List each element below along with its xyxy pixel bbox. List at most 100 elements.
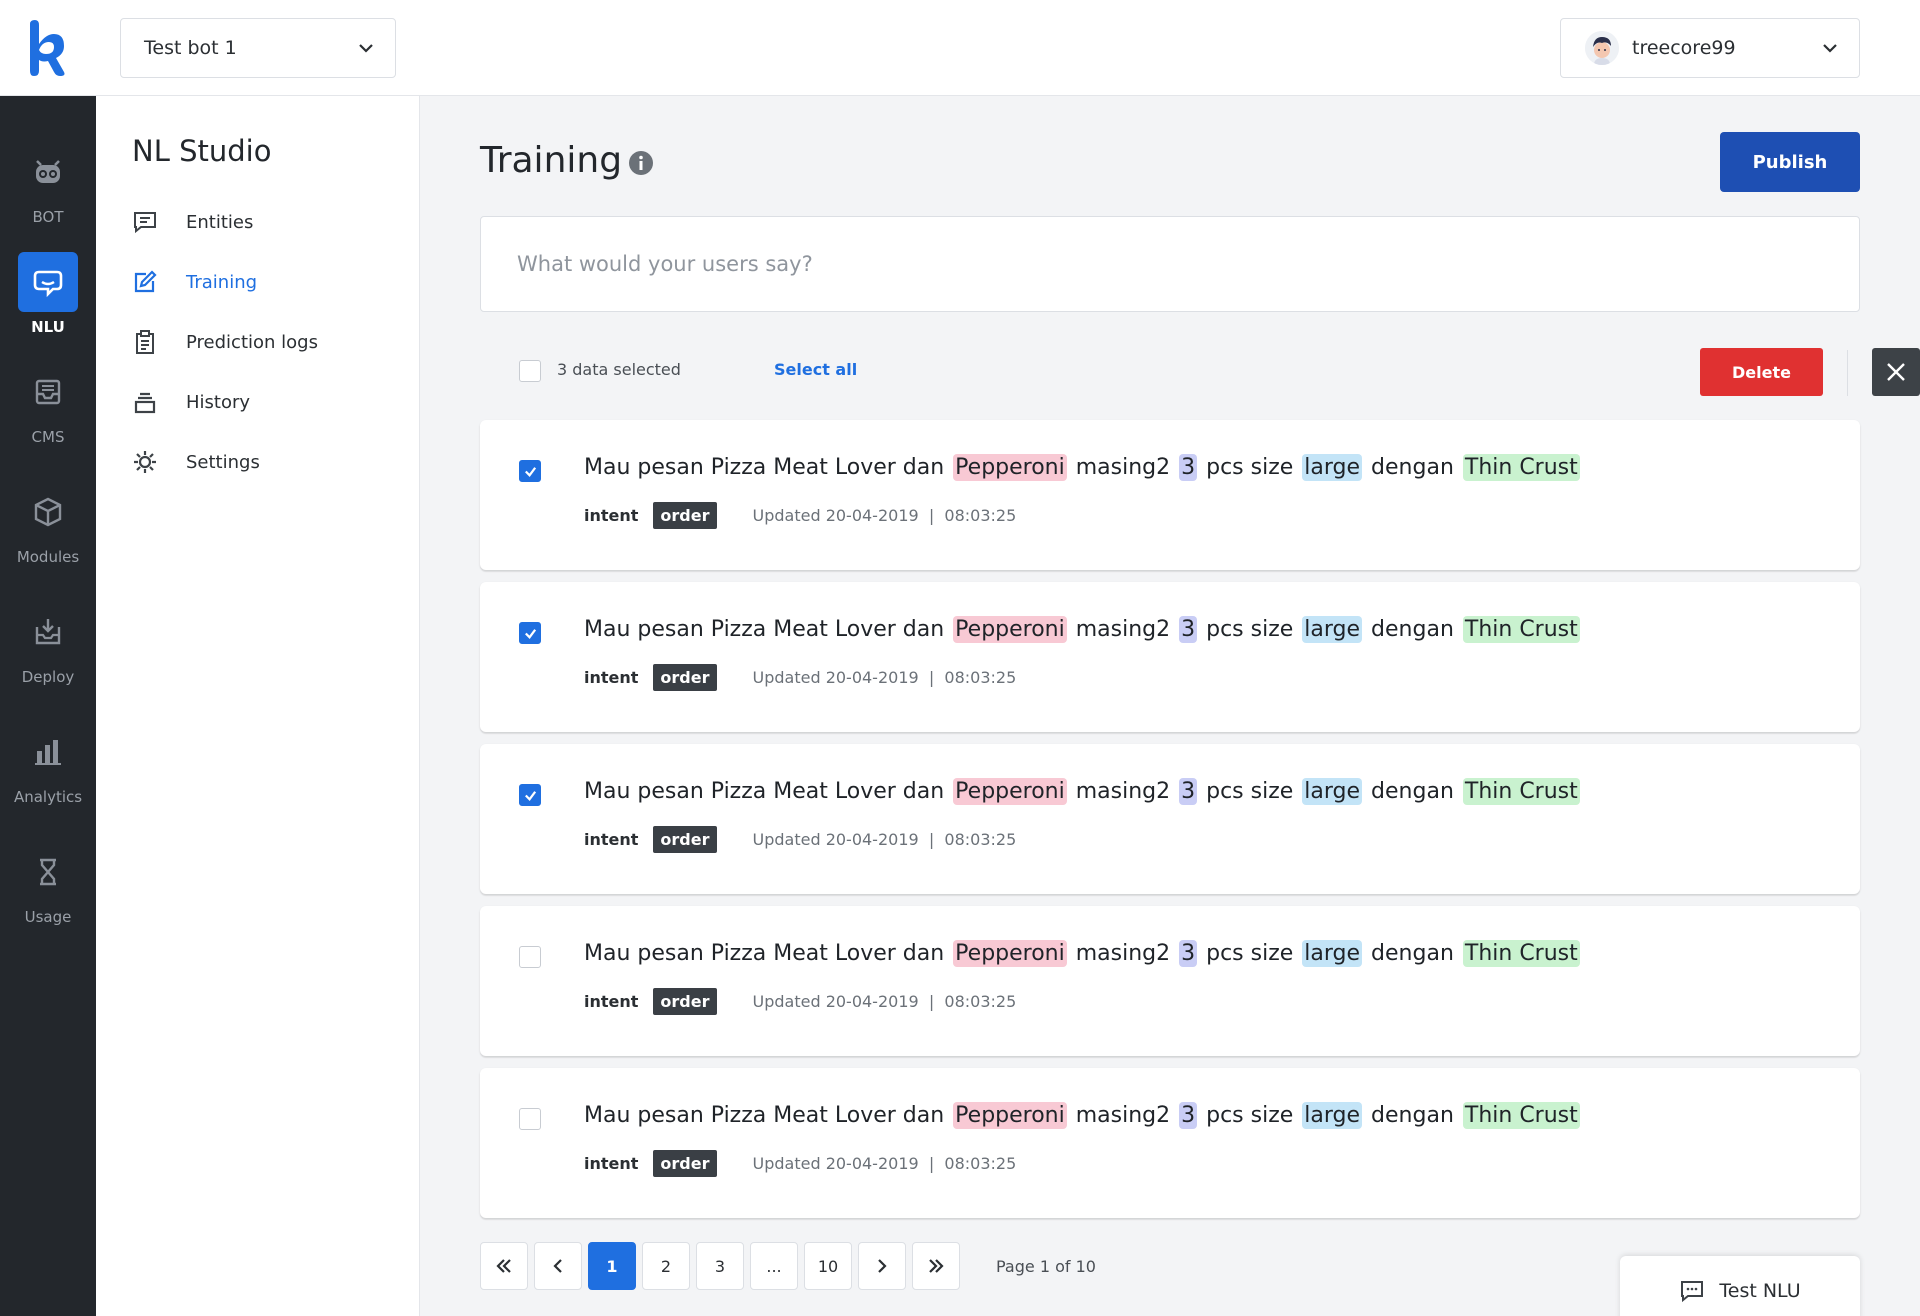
row-checkbox[interactable]	[519, 622, 541, 644]
entity-highlight[interactable]: Pepperoni	[953, 454, 1067, 481]
publish-button[interactable]: Publish	[1720, 132, 1860, 192]
utterance-text[interactable]: Mau pesan Pizza Meat Lover dan Pepperoni…	[582, 1102, 1580, 1129]
rail-item-label: NLU	[31, 318, 65, 336]
subnav-item-entities[interactable]: Entities	[132, 202, 253, 242]
prev-page-button[interactable]	[534, 1242, 582, 1290]
rail-item-usage[interactable]: Usage	[0, 842, 96, 942]
close-selection-button[interactable]	[1872, 348, 1920, 396]
page-button-2[interactable]: 2	[642, 1242, 690, 1290]
user-menu[interactable]: treecore99	[1560, 18, 1860, 78]
entity-highlight[interactable]: 3	[1179, 616, 1198, 643]
info-icon[interactable]	[628, 150, 654, 176]
checkmark-icon	[524, 466, 536, 477]
row-checkbox[interactable]	[519, 946, 541, 968]
utterance-text[interactable]: Mau pesan Pizza Meat Lover dan Pepperoni…	[582, 454, 1580, 481]
entity-highlight[interactable]: large	[1302, 616, 1363, 643]
entity-highlight[interactable]: 3	[1179, 940, 1198, 967]
entity-highlight[interactable]: large	[1302, 1102, 1363, 1129]
subnav-item-label: Entities	[186, 211, 254, 233]
intent-badge[interactable]: order	[653, 502, 717, 529]
entity-highlight[interactable]: Thin Crust	[1462, 454, 1580, 481]
entity-highlight[interactable]: 3	[1179, 454, 1198, 481]
updated-timestamp: Updated 20-04-2019 | 08:03:25	[752, 992, 1017, 1011]
entity-highlight[interactable]: Pepperoni	[953, 778, 1067, 805]
rail-item-label: Usage	[24, 908, 72, 926]
kata-logo-icon[interactable]	[26, 20, 70, 76]
rail-item-modules[interactable]: Modules	[0, 482, 96, 582]
entity-highlight[interactable]: Thin Crust	[1462, 778, 1580, 805]
training-row[interactable]: Mau pesan Pizza Meat Lover dan Pepperoni…	[480, 1068, 1860, 1218]
row-checkbox[interactable]	[519, 460, 541, 482]
primary-nav-rail: BOT NLU CMS Modules Deploy Analytics Usa…	[0, 96, 96, 1316]
utterance-segment: pcs size	[1199, 455, 1301, 480]
utterance-text[interactable]: Mau pesan Pizza Meat Lover dan Pepperoni…	[582, 778, 1580, 805]
utterance-text[interactable]: Mau pesan Pizza Meat Lover dan Pepperoni…	[582, 940, 1580, 967]
intent-badge[interactable]: order	[653, 1150, 717, 1177]
row-checkbox[interactable]	[519, 784, 541, 806]
updated-timestamp: Updated 20-04-2019 | 08:03:25	[752, 668, 1017, 687]
entity-highlight[interactable]: Pepperoni	[953, 1102, 1067, 1129]
training-row[interactable]: Mau pesan Pizza Meat Lover dan Pepperoni…	[480, 744, 1860, 894]
last-page-button[interactable]	[912, 1242, 960, 1290]
delete-button[interactable]: Delete	[1700, 348, 1823, 396]
first-page-button[interactable]	[480, 1242, 528, 1290]
subnav-item-label: Prediction logs	[186, 331, 318, 353]
utterance-segment: masing2	[1068, 779, 1178, 804]
chevron-left-icon	[553, 1259, 562, 1273]
rail-item-nlu[interactable]: NLU	[0, 252, 96, 352]
rail-item-analytics[interactable]: Analytics	[0, 722, 96, 822]
utterance-segment: pcs size	[1199, 617, 1301, 642]
page-button-10[interactable]: 10	[804, 1242, 852, 1290]
page-button-1[interactable]: 1	[588, 1242, 636, 1290]
test-nlu-button[interactable]: Test NLU	[1620, 1256, 1860, 1316]
training-row[interactable]: Mau pesan Pizza Meat Lover dan Pepperoni…	[480, 420, 1860, 570]
selection-toolbar: 3 data selected Select all Delete	[480, 346, 1920, 396]
entity-highlight[interactable]: 3	[1179, 778, 1198, 805]
entity-highlight[interactable]: Pepperoni	[953, 616, 1067, 643]
chevrons-left-icon	[496, 1259, 511, 1273]
entity-highlight[interactable]: Thin Crust	[1462, 1102, 1580, 1129]
select-all-link[interactable]: Select all	[774, 360, 857, 379]
layers-icon	[134, 392, 156, 414]
next-page-button[interactable]	[858, 1242, 906, 1290]
page-ellipsis[interactable]: ...	[750, 1242, 798, 1290]
training-row[interactable]: Mau pesan Pizza Meat Lover dan Pepperoni…	[480, 582, 1860, 732]
intent-label: intent	[584, 1154, 639, 1173]
entity-highlight[interactable]: large	[1302, 778, 1363, 805]
row-checkbox[interactable]	[519, 1108, 541, 1130]
entity-highlight[interactable]: Pepperoni	[953, 940, 1067, 967]
edit-icon	[134, 270, 157, 293]
subnav-item-settings[interactable]: Settings	[132, 442, 260, 482]
cube-icon	[18, 482, 78, 542]
subnav-item-training[interactable]: Training	[132, 262, 257, 302]
training-row[interactable]: Mau pesan Pizza Meat Lover dan Pepperoni…	[480, 906, 1860, 1056]
rail-item-label: Deploy	[21, 668, 75, 686]
rail-item-label: Analytics	[13, 788, 83, 806]
nl-studio-nav: NL Studio Entities Training Prediction l…	[96, 96, 420, 1316]
rail-item-deploy[interactable]: Deploy	[0, 602, 96, 702]
subnav-item-prediction-logs[interactable]: Prediction logs	[132, 322, 318, 362]
entity-highlight[interactable]: large	[1302, 940, 1363, 967]
utterance-segment: dengan	[1364, 1103, 1461, 1128]
rail-item-cms[interactable]: CMS	[0, 362, 96, 462]
utterance-segment: masing2	[1068, 455, 1178, 480]
intent-label: intent	[584, 830, 639, 849]
entity-highlight[interactable]: Thin Crust	[1462, 940, 1580, 967]
close-icon	[1887, 363, 1905, 381]
utterance-text[interactable]: Mau pesan Pizza Meat Lover dan Pepperoni…	[582, 616, 1580, 643]
checkmark-icon	[524, 628, 536, 639]
entity-highlight[interactable]: Thin Crust	[1462, 616, 1580, 643]
intent-badge[interactable]: order	[653, 664, 717, 691]
bot-selector[interactable]: Test bot 1	[120, 18, 396, 78]
entity-highlight[interactable]: 3	[1179, 1102, 1198, 1129]
entity-highlight[interactable]: large	[1302, 454, 1363, 481]
utterance-input[interactable]	[480, 216, 1860, 312]
intent-badge[interactable]: order	[653, 988, 717, 1015]
rail-item-bot[interactable]: BOT	[0, 142, 96, 242]
subnav-item-history[interactable]: History	[132, 382, 250, 422]
intent-badge[interactable]: order	[653, 826, 717, 853]
page-button-3[interactable]: 3	[696, 1242, 744, 1290]
select-all-checkbox[interactable]	[519, 360, 541, 382]
page-info: Page 1 of 10	[996, 1256, 1096, 1276]
utterance-segment: Mau pesan Pizza Meat Lover dan	[584, 941, 952, 966]
